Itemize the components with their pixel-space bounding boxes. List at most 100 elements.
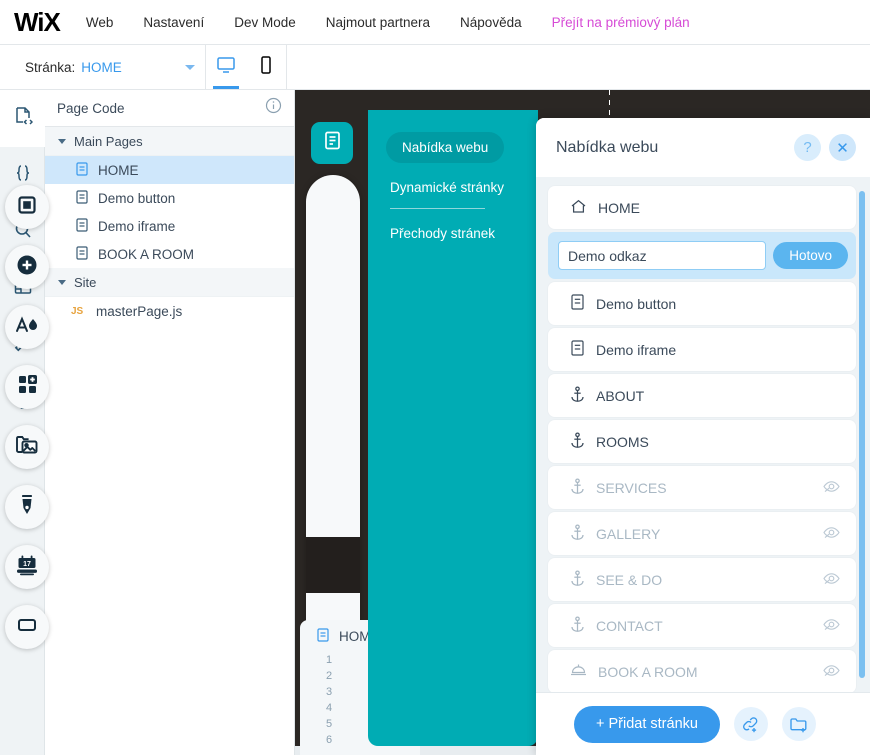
- pages-icon: [322, 130, 343, 156]
- toolbar-add-apps-button[interactable]: [5, 365, 49, 409]
- menu-item-label: HOME: [598, 199, 640, 216]
- toolbar-blog-button[interactable]: [5, 485, 49, 529]
- anchor-icon: [570, 385, 585, 406]
- info-icon[interactable]: [265, 97, 282, 119]
- page-selector[interactable]: Stránka: HOME: [25, 60, 205, 75]
- menu-item-web[interactable]: Web: [86, 15, 114, 30]
- toolbar-my-uploads-button[interactable]: [5, 425, 49, 469]
- question-mark-icon[interactable]: ?: [794, 134, 821, 161]
- menu-item-services[interactable]: SERVICES: [548, 466, 856, 509]
- desktop-view-button[interactable]: [206, 45, 246, 89]
- chevron-down-icon: [185, 64, 195, 70]
- tree-item-masterpage-js[interactable]: JS masterPage.js: [45, 297, 294, 325]
- menu-item-label: ROOMS: [596, 433, 649, 450]
- menu-item-demo-iframe[interactable]: Demo iframe: [548, 328, 856, 371]
- tree-group-label: Main Pages: [74, 133, 143, 149]
- hidden-eye-icon[interactable]: [823, 618, 840, 634]
- close-x-icon[interactable]: ✕: [829, 134, 856, 161]
- blog-pen-icon: [17, 493, 37, 522]
- caret-down-icon: [58, 138, 66, 144]
- menu-item-najmout-partnera[interactable]: Najmout partnera: [326, 15, 430, 30]
- toolbar-add-button[interactable]: [5, 245, 49, 289]
- add-folder-icon[interactable]: [781, 707, 816, 741]
- menu-item-see-and-do[interactable]: SEE & DO: [548, 558, 856, 601]
- toolbar-pages-button[interactable]: [311, 122, 353, 164]
- toolbar-more-tools-button[interactable]: [5, 605, 49, 649]
- page-code-title: Page Code: [57, 100, 125, 116]
- anchor-icon: [570, 431, 585, 452]
- svg-text:17: 17: [23, 561, 31, 568]
- tree-group-main-pages[interactable]: Main Pages: [45, 127, 294, 156]
- caret-down-icon: [58, 279, 66, 285]
- toolbar-add-section-button[interactable]: [5, 185, 49, 229]
- device-toggle-group: [206, 45, 286, 89]
- tree-item-label: Demo iframe: [98, 218, 176, 234]
- anchor-icon: [570, 477, 585, 498]
- tree-item-home[interactable]: HOME: [45, 156, 294, 184]
- toolbar-bookings-button[interactable]: 17: [5, 545, 49, 589]
- add-apps-icon: [16, 373, 39, 401]
- page-icon: [75, 161, 89, 179]
- menu-item-rooms[interactable]: ROOMS: [548, 420, 856, 463]
- menu-item-label: SEE & DO: [596, 571, 663, 588]
- page-icon: [316, 627, 330, 645]
- page-icon: [570, 340, 585, 359]
- page-icon: [75, 217, 89, 235]
- mobile-view-button[interactable]: [246, 45, 286, 89]
- bell-icon: [570, 663, 587, 680]
- wix-logo[interactable]: WiX: [14, 9, 61, 35]
- tree-item-book-a-room[interactable]: BOOK A ROOM: [45, 240, 294, 268]
- tab-dynamicke-stranky[interactable]: Dynamické stránky: [390, 180, 538, 195]
- page-code-icon: [13, 106, 33, 131]
- page-toolbar: Stránka: HOME: [0, 45, 870, 90]
- menu-list-scrollbar[interactable]: [859, 191, 865, 678]
- site-menu-footer: + Přidat stránku: [536, 692, 870, 755]
- toolbar-highlight-backdrop: [306, 537, 360, 593]
- page-code-header: Page Code: [45, 90, 294, 127]
- menu-item-contact[interactable]: CONTACT: [548, 604, 856, 647]
- section-icon: [16, 194, 38, 221]
- more-tools-icon: [16, 614, 38, 641]
- tree-group-site[interactable]: Site: [45, 268, 294, 297]
- add-link-icon[interactable]: [733, 707, 768, 741]
- menu-item-premium-upgrade[interactable]: Přejít na prémiový plán: [552, 15, 690, 30]
- tab-prechody-stranek[interactable]: Přechody stránek: [390, 226, 538, 241]
- desktop-icon: [216, 56, 236, 79]
- tree-item-label: BOOK A ROOM: [98, 246, 195, 262]
- tree-item-demo-iframe[interactable]: Demo iframe: [45, 212, 294, 240]
- menu-item-book-a-room[interactable]: BOOK A ROOM: [548, 650, 856, 693]
- page-selector-value: HOME: [81, 59, 122, 75]
- menu-item-dev-mode[interactable]: Dev Mode: [234, 15, 296, 30]
- add-plus-icon: [15, 253, 39, 282]
- hidden-eye-icon[interactable]: [823, 526, 840, 542]
- add-page-button[interactable]: + Přidat stránku: [574, 705, 720, 743]
- menu-item-demo-button[interactable]: Demo button: [548, 282, 856, 325]
- menu-item-label: BOOK A ROOM: [598, 663, 698, 680]
- hidden-eye-icon[interactable]: [823, 572, 840, 588]
- tree-item-label: Demo button: [98, 190, 176, 206]
- menu-item-label: GALLERY: [596, 525, 661, 542]
- done-button[interactable]: Hotovo: [773, 242, 848, 269]
- mobile-icon: [259, 55, 273, 80]
- hidden-eye-icon[interactable]: [823, 480, 840, 496]
- home-icon: [570, 198, 587, 218]
- menu-item-name-input[interactable]: [558, 241, 767, 270]
- bookings-calendar-icon: 17: [15, 553, 39, 582]
- page-code-sidebar: Page Code Main Pages HOME Demo button De…: [45, 90, 295, 755]
- menu-item-about[interactable]: ABOUT: [548, 374, 856, 417]
- menu-item-editing-row: Hotovo: [548, 232, 856, 279]
- menu-item-home[interactable]: HOME: [548, 186, 856, 229]
- rail-item-page-code[interactable]: [0, 90, 45, 147]
- toolbar-theme-button[interactable]: [5, 305, 49, 349]
- hidden-eye-icon[interactable]: [823, 664, 840, 680]
- teal-divider: [390, 208, 485, 209]
- page-icon: [75, 245, 89, 263]
- menu-item-gallery[interactable]: GALLERY: [548, 512, 856, 555]
- tree-item-demo-button[interactable]: Demo button: [45, 184, 294, 212]
- tab-nabidka-webu[interactable]: Nabídka webu: [386, 132, 505, 163]
- menu-item-nastaveni[interactable]: Nastavení: [143, 15, 204, 30]
- menu-item-napoveda[interactable]: Nápověda: [460, 15, 522, 30]
- page-icon: [75, 189, 89, 207]
- menu-item-label: Demo button: [596, 295, 677, 312]
- my-uploads-media-icon: [15, 434, 39, 461]
